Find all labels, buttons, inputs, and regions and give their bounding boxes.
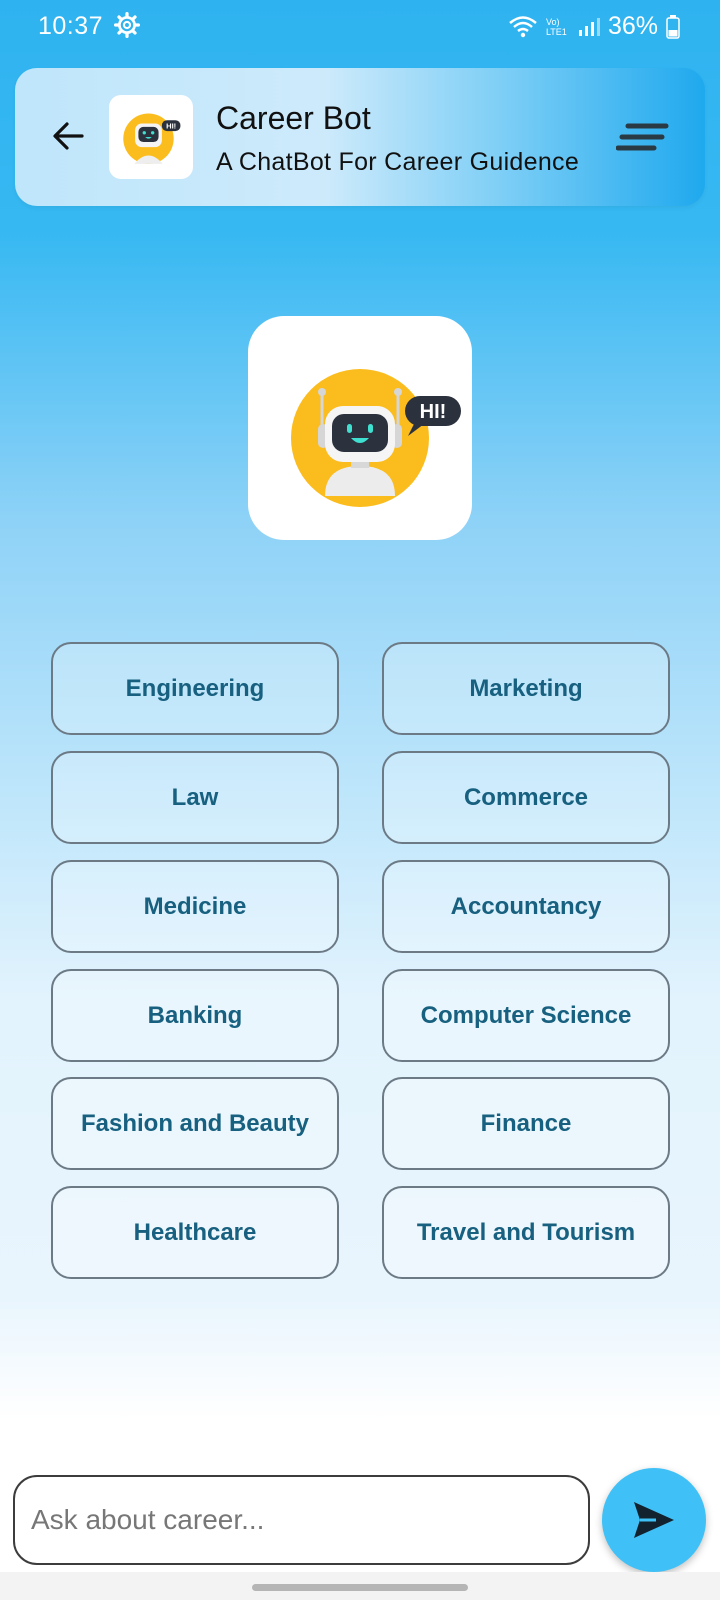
settings-gear-icon bbox=[114, 12, 140, 38]
category-finance[interactable]: Finance bbox=[382, 1077, 670, 1170]
category-commerce[interactable]: Commerce bbox=[382, 751, 670, 844]
back-arrow-icon[interactable] bbox=[50, 118, 86, 154]
robot-logo-icon: HI! bbox=[123, 113, 181, 164]
signal-icon bbox=[578, 17, 600, 36]
category-fashion-and-beauty[interactable]: Fashion and Beauty bbox=[51, 1077, 339, 1170]
battery-icon bbox=[666, 14, 680, 39]
chat-input-container bbox=[13, 1475, 590, 1565]
send-button[interactable] bbox=[602, 1468, 706, 1572]
category-accountancy[interactable]: Accountancy bbox=[382, 860, 670, 953]
menu-icon[interactable] bbox=[616, 118, 670, 158]
home-gesture-handle[interactable] bbox=[252, 1584, 468, 1591]
header-title: Career Bot bbox=[216, 100, 371, 136]
category-healthcare[interactable]: Healthcare bbox=[51, 1186, 339, 1279]
category-engineering[interactable]: Engineering bbox=[51, 642, 339, 735]
category-banking[interactable]: Banking bbox=[51, 969, 339, 1062]
bot-logo-large: HI! bbox=[248, 316, 472, 540]
header-subtitle: A ChatBot For Career Guidence bbox=[216, 148, 580, 176]
category-travel-and-tourism[interactable]: Travel and Tourism bbox=[382, 1186, 670, 1279]
wifi-icon bbox=[509, 15, 537, 37]
status-time: 10:37 bbox=[38, 12, 104, 40]
speech-bubble-text: HI! bbox=[420, 401, 447, 423]
chat-input[interactable] bbox=[15, 1477, 588, 1563]
speech-bubble-small: HI! bbox=[166, 122, 176, 131]
category-marketing[interactable]: Marketing bbox=[382, 642, 670, 735]
battery-percent: 36% bbox=[607, 12, 658, 40]
category-law[interactable]: Law bbox=[51, 751, 339, 844]
send-icon bbox=[634, 1502, 674, 1538]
category-medicine[interactable]: Medicine bbox=[51, 860, 339, 953]
network-label: Vo) LTE1 bbox=[545, 16, 567, 37]
category-computer-science[interactable]: Computer Science bbox=[382, 969, 670, 1062]
status-bar: 10:37 Vo) LTE1 36% bbox=[0, 0, 720, 56]
robot-logo-icon: HI! bbox=[291, 369, 461, 507]
bot-avatar-small: HI! bbox=[109, 95, 193, 179]
